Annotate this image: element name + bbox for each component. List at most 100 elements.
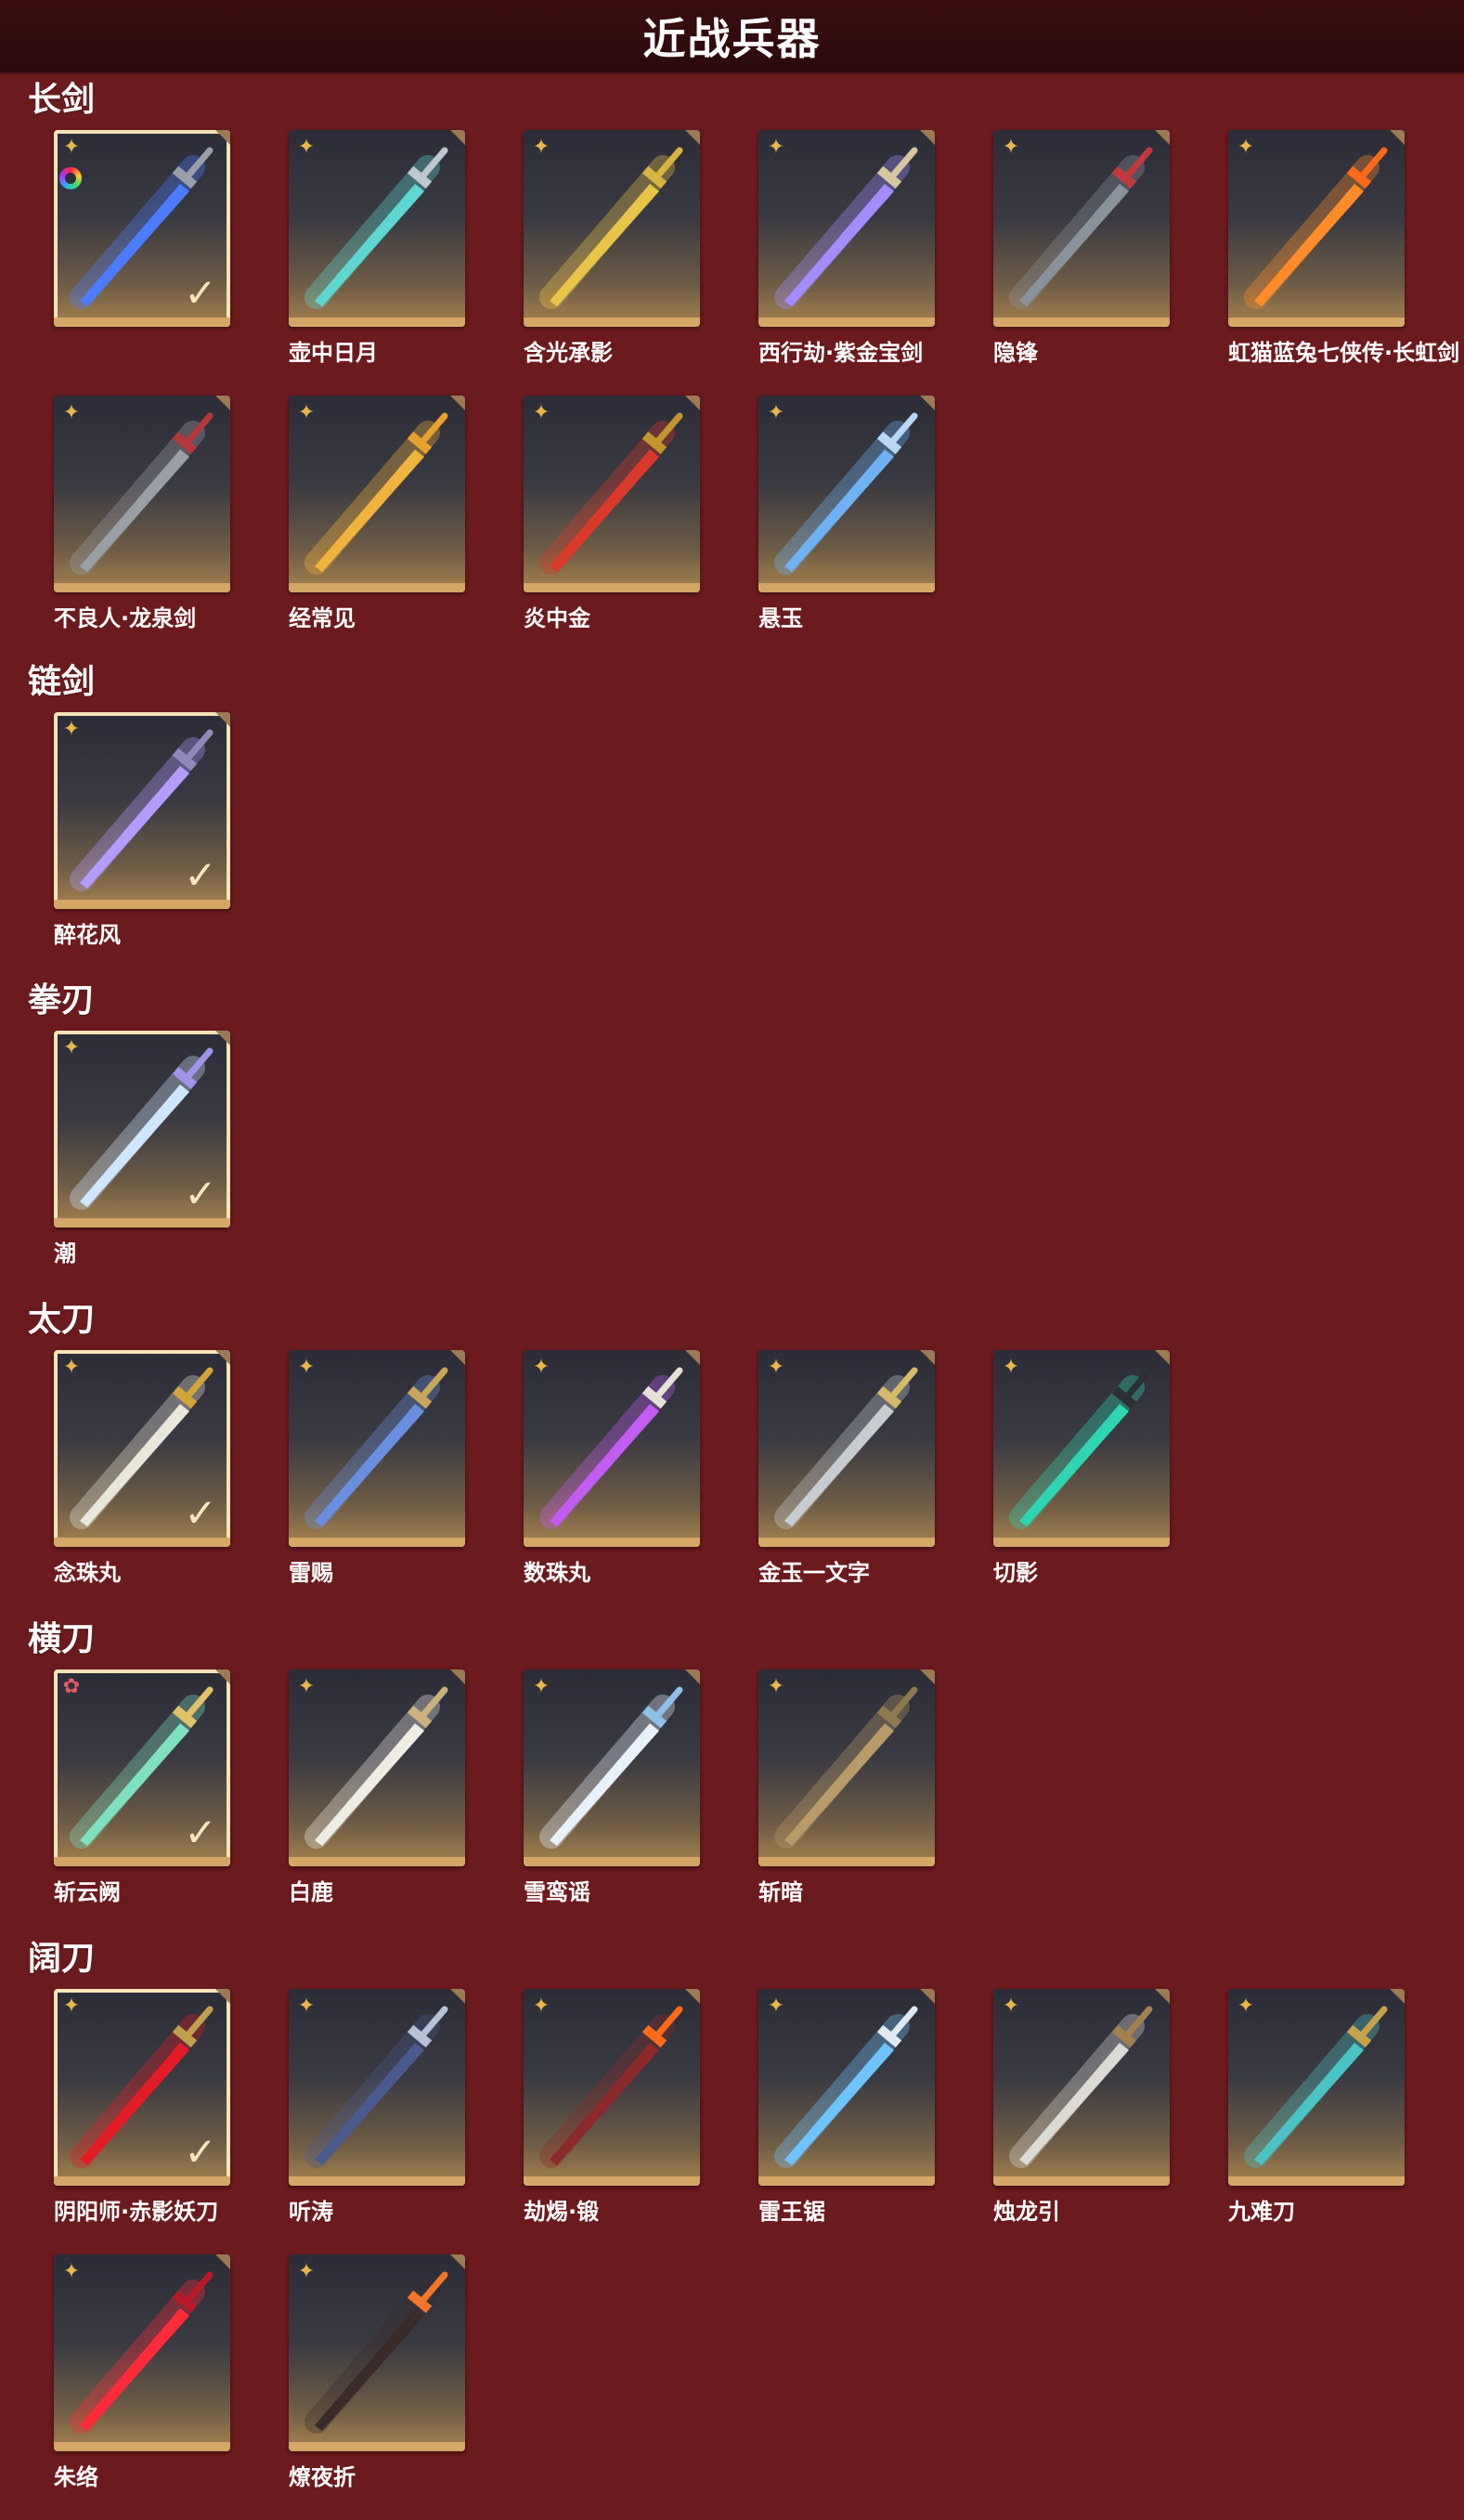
weapon-card[interactable]: ✦ 虹猫蓝兔七侠传·长虹剑 <box>1228 130 1459 364</box>
weapon-card[interactable]: ✦ 悬玉 <box>758 396 935 630</box>
weapon-name: 经常见 <box>289 605 356 631</box>
check-icon: ✓ <box>184 1490 217 1536</box>
corner-flag-icon <box>215 1350 230 1365</box>
weapon-name: 九难刀 <box>1228 2199 1295 2225</box>
corner-flag-icon <box>1390 1989 1405 2004</box>
weapon-name: 劫焬·锻 <box>524 2199 600 2225</box>
weapon-image <box>774 1367 918 1529</box>
rarity-star-icon: ✦ <box>297 136 316 159</box>
weapon-image <box>304 2271 448 2434</box>
weapon-name: 斩云阙 <box>54 1879 121 1905</box>
weapon-card[interactable]: ✦ 切影 <box>993 1350 1170 1584</box>
corner-flag-icon <box>450 130 465 145</box>
rarity-star-icon: ✦ <box>767 1675 785 1698</box>
weapon-card[interactable]: ✦ 九难刀 <box>1228 1989 1405 2223</box>
weapon-card[interactable]: ✦ 雷赐 <box>289 1350 465 1584</box>
weapon-image <box>304 147 448 309</box>
rarity-star-icon: ✦ <box>62 1356 81 1379</box>
weapon-card[interactable]: ✦ 隐锋 <box>993 130 1170 364</box>
weapon-image <box>1009 147 1153 309</box>
corner-flag-icon <box>215 2254 230 2269</box>
corner-flag-icon <box>450 396 465 410</box>
weapon-thumbnail: ✦ <box>758 1669 935 1866</box>
weapon-thumbnail: ✦ <box>524 1669 700 1866</box>
weapon-card[interactable]: ✦ ✓ 阴阳师·赤影妖刀 <box>54 1989 230 2223</box>
check-icon: ✓ <box>184 270 217 316</box>
weapon-name: 悬玉 <box>758 605 803 631</box>
weapon-card[interactable]: ✦ 劫焬·锻 <box>524 1989 700 2223</box>
weapon-card[interactable]: ✦ 经常见 <box>289 396 465 630</box>
rarity-star-icon: ✦ <box>297 401 316 424</box>
corner-flag-icon <box>920 130 935 145</box>
weapon-thumbnail: ✦ <box>54 2254 230 2451</box>
rarity-star-icon: ✦ <box>532 1675 551 1698</box>
rarity-star-icon: ✦ <box>767 1356 785 1379</box>
weapon-card[interactable]: ✦ 白鹿 <box>289 1669 465 1903</box>
weapon-card[interactable]: ✦ 朱络 <box>54 2254 230 2488</box>
weapon-thumbnail: ✦ <box>524 1350 700 1547</box>
corner-flag-icon <box>450 2254 465 2269</box>
weapon-name: 数珠丸 <box>524 1560 590 1586</box>
weapon-thumbnail: ✦ <box>1228 130 1405 327</box>
corner-flag-icon <box>215 396 230 410</box>
weapon-image <box>1244 147 1388 309</box>
weapon-thumbnail: ✦ <box>289 2254 465 2451</box>
weapon-card[interactable]: ✦ 数珠丸 <box>524 1350 700 1584</box>
rarity-star-icon: ✦ <box>532 136 551 159</box>
weapon-image <box>70 2271 214 2434</box>
section-title: 横刀 <box>28 1620 96 1658</box>
weapon-card[interactable]: ✦ ✓ 醉花风 <box>54 712 230 946</box>
weapon-name: 潮 <box>54 1241 76 1266</box>
weapon-image <box>539 412 683 575</box>
weapon-name: 醉花风 <box>54 922 121 948</box>
weapon-card[interactable]: ✦ ✓ 念珠丸 <box>54 1350 230 1584</box>
weapon-name: 斩暗 <box>758 1879 803 1905</box>
header-bar: 近战兵器 <box>0 0 1464 74</box>
corner-flag-icon <box>920 396 935 410</box>
rarity-star-icon: ✦ <box>767 136 785 159</box>
corner-flag-icon <box>685 1669 700 1684</box>
weapon-card[interactable]: ✦ 西行劫·紫金宝剑 <box>758 130 935 364</box>
weapon-thumbnail: ✦ <box>289 1669 465 1866</box>
rarity-star-icon: ✦ <box>297 1356 316 1379</box>
weapon-thumbnail: ✦ <box>289 130 465 327</box>
rarity-star-icon: ✦ <box>62 1036 81 1059</box>
check-icon: ✓ <box>184 852 217 898</box>
corner-flag-icon <box>215 1031 230 1046</box>
weapon-card[interactable]: ✦ 炎中金 <box>524 396 700 630</box>
weapon-card[interactable]: ✦ 烛龙引 <box>993 1989 1170 2223</box>
weapon-card[interactable]: ✦ 不良人·龙泉剑 <box>54 396 230 630</box>
weapon-card[interactable]: ✦ 含光承影 <box>524 130 700 364</box>
weapon-card[interactable]: ✦ 燎夜折 <box>289 2254 465 2488</box>
corner-flag-icon <box>685 130 700 145</box>
weapon-name: 炎中金 <box>524 605 590 631</box>
weapon-thumbnail: ✦ ✓ <box>54 1350 230 1547</box>
weapon-name: 烛龙引 <box>993 2199 1060 2225</box>
weapon-card[interactable]: ✦ 雷王锯 <box>758 1989 935 2223</box>
rarity-star-icon: ✦ <box>297 1994 316 2018</box>
weapon-name: 雷赐 <box>289 1560 333 1586</box>
corner-flag-icon <box>215 712 230 727</box>
weapon-card[interactable]: ✦ 雪鸾谣 <box>524 1669 700 1903</box>
weapon-card[interactable]: ✦ ✓ 潮 <box>54 1031 230 1265</box>
weapon-image <box>539 147 683 309</box>
weapon-card[interactable]: ✦ 壶中日月 <box>289 130 465 364</box>
corner-flag-icon <box>685 1350 700 1365</box>
weapon-image <box>539 1367 683 1529</box>
corner-flag-icon <box>1155 1350 1170 1365</box>
weapon-card[interactable]: ✿ ✓ 斩云阙 <box>54 1669 230 1903</box>
weapon-image <box>539 1686 683 1849</box>
weapon-card[interactable]: ✦ 金玉一文字 <box>758 1350 935 1584</box>
section-title: 拳刃 <box>28 981 96 1020</box>
weapon-name: 虹猫蓝兔七侠传·长虹剑 <box>1228 340 1460 366</box>
section-title: 阔刀 <box>28 1940 96 1978</box>
rarity-star-icon: ✦ <box>62 718 81 741</box>
weapon-card[interactable]: ✦ 听涛 <box>289 1989 465 2223</box>
weapon-card[interactable]: ✦ ✓ <box>54 130 230 334</box>
weapon-name: 白鹿 <box>289 1879 333 1905</box>
corner-flag-icon <box>450 1669 465 1684</box>
weapon-card[interactable]: ✦ 斩暗 <box>758 1669 935 1903</box>
weapon-name: 燎夜折 <box>289 2464 356 2490</box>
weapon-image <box>304 1367 448 1529</box>
weapon-thumbnail: ✦ <box>758 1989 935 2186</box>
